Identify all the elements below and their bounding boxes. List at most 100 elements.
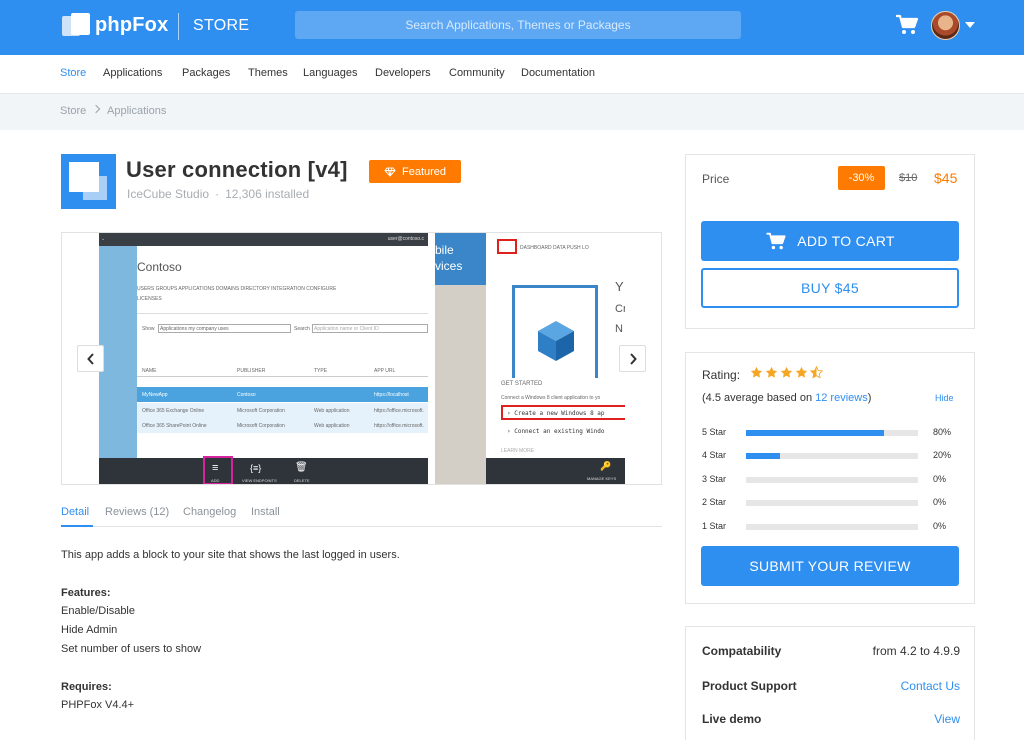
- screenshot-col-publisher: PUBLISHER: [237, 368, 266, 374]
- screenshot-show-label: Show: [142, 326, 155, 332]
- submit-review-label: SUBMIT YOUR REVIEW: [749, 558, 911, 574]
- search-input[interactable]: [295, 11, 741, 39]
- author-name[interactable]: IceCube Studio: [127, 187, 209, 201]
- star-icon: [765, 366, 778, 378]
- buy-button[interactable]: BUY $45: [701, 268, 959, 308]
- tab-detail[interactable]: Detail: [61, 506, 89, 518]
- detail-tabs: Detail Reviews (12) Changelog Install: [61, 502, 662, 527]
- screenshot-tabs-2: LICENSES: [137, 296, 162, 302]
- screenshot-2[interactable]: bile vices DASHBOARD DATA PUSH LO Y Cr N…: [435, 233, 625, 484]
- rating-bar-2: 2 Star 0%: [702, 497, 947, 507]
- screenshot-2-get-started: GET STARTED: [501, 381, 543, 387]
- user-avatar[interactable]: [931, 11, 960, 40]
- screenshot-row: MyNewApp Contoso https://localhost: [137, 387, 428, 402]
- screenshot-tabs: USERS GROUPS APPLICATIONS DOMAINS DIRECT…: [137, 286, 337, 292]
- logo-text: phpFox: [95, 13, 169, 36]
- new-price: $45: [934, 170, 958, 186]
- buy-label: BUY $45: [801, 280, 859, 296]
- gallery-prev-button[interactable]: [77, 345, 104, 372]
- chevron-right-icon: [629, 352, 637, 365]
- nav-item-documentation[interactable]: Documentation: [521, 67, 595, 79]
- nav-item-packages[interactable]: Packages: [182, 67, 230, 79]
- info-card: Compatability from 4.2 to 4.9.9 Product …: [685, 626, 975, 740]
- support-label: Product Support: [702, 679, 797, 693]
- compat-label: Compatability: [702, 644, 782, 658]
- screenshot-sidebar: [99, 246, 137, 458]
- screenshot-gallery: ⌄ user@contoso.c Contoso USERS GROUPS AP…: [61, 232, 662, 485]
- rating-fill: [746, 453, 781, 459]
- description-intro: This app adds a block to your site that …: [61, 549, 400, 561]
- logo-icon: [62, 12, 92, 38]
- price-label: Price: [702, 172, 730, 186]
- half-star-icon: [810, 366, 823, 379]
- tab-changelog[interactable]: Changelog: [183, 506, 236, 518]
- feature-item: Hide Admin: [61, 624, 118, 636]
- screenshot-action-bar: ADD VIEW ENDPOINTS DELETE ≡ {≡} 🗑: [99, 456, 428, 484]
- gallery-next-button[interactable]: [619, 345, 646, 372]
- search-bar[interactable]: [295, 11, 741, 39]
- rating-fill: [746, 430, 884, 436]
- star-icon: [795, 366, 808, 378]
- active-tab-indicator: [61, 525, 93, 527]
- screenshot-window-bar: ⌄ user@contoso.c: [99, 233, 428, 246]
- page-title: User connection [v4]: [126, 157, 348, 182]
- discount-badge: -30%: [838, 166, 885, 190]
- demo-label: Live demo: [702, 712, 762, 726]
- star-icon: [780, 366, 793, 378]
- rating-card: Rating: (4.5 average based on 12 reviews…: [685, 352, 975, 604]
- rating-average: (4.5 average based on 12 reviews): [702, 392, 872, 404]
- screenshot-search-label: Search: [294, 326, 310, 332]
- app-meta: IceCube Studio · 12,306 installed: [127, 187, 309, 201]
- nav-item-applications[interactable]: Applications: [103, 67, 162, 79]
- header-divider: [178, 13, 179, 40]
- add-to-cart-button[interactable]: ADD TO CART: [701, 221, 959, 261]
- cube-icon: [538, 321, 574, 361]
- breadcrumb-store[interactable]: Store: [60, 105, 86, 117]
- compat-value: from 4.2 to 4.9.9: [872, 644, 960, 658]
- top-bar: phpFox STORE: [0, 0, 1024, 55]
- nav-item-languages[interactable]: Languages: [303, 67, 357, 79]
- feature-item: Set number of users to show: [61, 643, 202, 655]
- store-label[interactable]: STORE: [193, 17, 249, 35]
- tab-install[interactable]: Install: [251, 506, 280, 518]
- view-demo-link[interactable]: View: [934, 712, 960, 726]
- submit-review-button[interactable]: SUBMIT YOUR REVIEW: [701, 546, 959, 586]
- contact-us-link[interactable]: Contact Us: [901, 679, 960, 693]
- breadcrumb: Store Applications: [0, 94, 1024, 130]
- screenshot-2-action-bar: 🔑 MANAGE KEYS: [486, 458, 625, 484]
- install-count: 12,306 installed: [225, 187, 310, 201]
- nav-item-themes[interactable]: Themes: [248, 67, 288, 79]
- screenshot-user: user@contoso.c: [387, 236, 424, 242]
- chevron-left-icon: [86, 352, 94, 365]
- rating-label: Rating:: [702, 368, 741, 382]
- chevron-down-icon[interactable]: [965, 22, 975, 28]
- star-icon: [750, 366, 763, 378]
- rating-bar-4: 4 Star 20%: [702, 450, 952, 460]
- nav-item-community[interactable]: Community: [449, 67, 505, 79]
- cart-icon[interactable]: [895, 14, 919, 36]
- hide-link[interactable]: Hide: [935, 393, 954, 403]
- meta-separator: ·: [215, 187, 220, 201]
- nav-item-developers[interactable]: Developers: [375, 67, 431, 79]
- features-title: Features:: [61, 587, 111, 599]
- nav-item-store[interactable]: Store: [60, 67, 86, 79]
- screenshot-col-name: NAME: [142, 368, 157, 374]
- feature-item: Enable/Disable: [61, 605, 135, 617]
- featured-label: Featured: [401, 165, 447, 178]
- screenshot-col-type: TYPE: [314, 368, 328, 374]
- screenshot-search-placeholder: Application name or Client ID: [314, 326, 379, 332]
- chevron-right-icon: [91, 104, 101, 114]
- screenshot-1[interactable]: ⌄ user@contoso.c Contoso USERS GROUPS AP…: [99, 233, 428, 484]
- rating-bar-3: 3 Star 0%: [702, 474, 947, 484]
- reviews-link[interactable]: 12 reviews: [815, 392, 868, 404]
- breadcrumb-applications[interactable]: Applications: [107, 105, 166, 117]
- screenshot-body: Contoso USERS GROUPS APPLICATIONS DOMAIN…: [137, 246, 428, 458]
- tab-reviews[interactable]: Reviews (12): [105, 506, 169, 518]
- screenshot-row: Office 365 Exchange Online Microsoft Cor…: [137, 403, 428, 418]
- rating-bar-1: 1 Star 0%: [702, 521, 947, 531]
- diamond-icon: [384, 167, 396, 177]
- featured-badge: Featured: [369, 160, 461, 183]
- phpfox-logo[interactable]: phpFox: [62, 12, 168, 38]
- price-card: Price -30% $10 $45 ADD TO CART BUY $45: [685, 154, 975, 329]
- requires-value: PHPFox V4.4+: [61, 699, 135, 711]
